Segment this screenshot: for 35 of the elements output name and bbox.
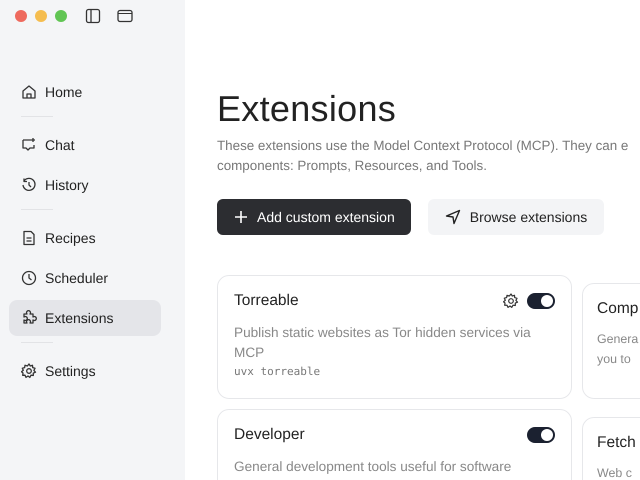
clock-icon: [21, 270, 37, 286]
toggle-switch[interactable]: [527, 293, 555, 309]
puzzle-icon: [21, 310, 37, 326]
sidebar-item[interactable]: Recipes: [9, 220, 161, 256]
extension-name: Comp: [597, 300, 640, 318]
history-icon: [21, 177, 37, 193]
sidebar-item[interactable]: Scheduler: [9, 260, 161, 296]
sidebar-item[interactable]: Extensions: [9, 300, 161, 336]
extension-description: Publish static websites as Tor hidden services via MCP: [234, 324, 532, 362]
send-arrow-icon: [444, 209, 461, 225]
extension-description: Genera you to: [597, 331, 640, 368]
extension-name: Developer: [234, 426, 306, 444]
close-window-icon[interactable]: [15, 10, 27, 22]
sidebar-toggle-icon[interactable]: [85, 8, 101, 24]
chat-icon: [21, 137, 37, 153]
settings-icon: [21, 363, 37, 379]
settings-icon[interactable]: [503, 293, 519, 309]
sidebar-item[interactable]: Home: [9, 74, 161, 110]
extension-description: General development tools useful for software: [234, 458, 512, 476]
home-icon: [21, 84, 37, 100]
sidebar-item[interactable]: History: [9, 167, 161, 203]
plus-icon: [234, 210, 248, 224]
page-description: These extensions use the Model Context Protocol (MCP). They can e components: Prompts, Resources, and Tools.: [217, 137, 630, 175]
extension-description: Web c: [597, 465, 633, 480]
extension-command: uvx torreable: [234, 365, 322, 378]
page-title: Extensions: [217, 88, 398, 130]
sidebar-item[interactable]: Chat: [9, 127, 161, 163]
browse-extensions-button[interactable]: Browse extensions: [428, 199, 604, 235]
sidebar-item[interactable]: Settings: [9, 353, 161, 389]
extension-name: Fetch: [597, 434, 637, 452]
window-icon[interactable]: [117, 8, 133, 24]
document-icon: [21, 230, 37, 246]
add-extension-button[interactable]: Add custom extension: [217, 199, 411, 235]
toggle-switch[interactable]: [527, 427, 555, 443]
extension-name: Torreable: [234, 292, 300, 310]
